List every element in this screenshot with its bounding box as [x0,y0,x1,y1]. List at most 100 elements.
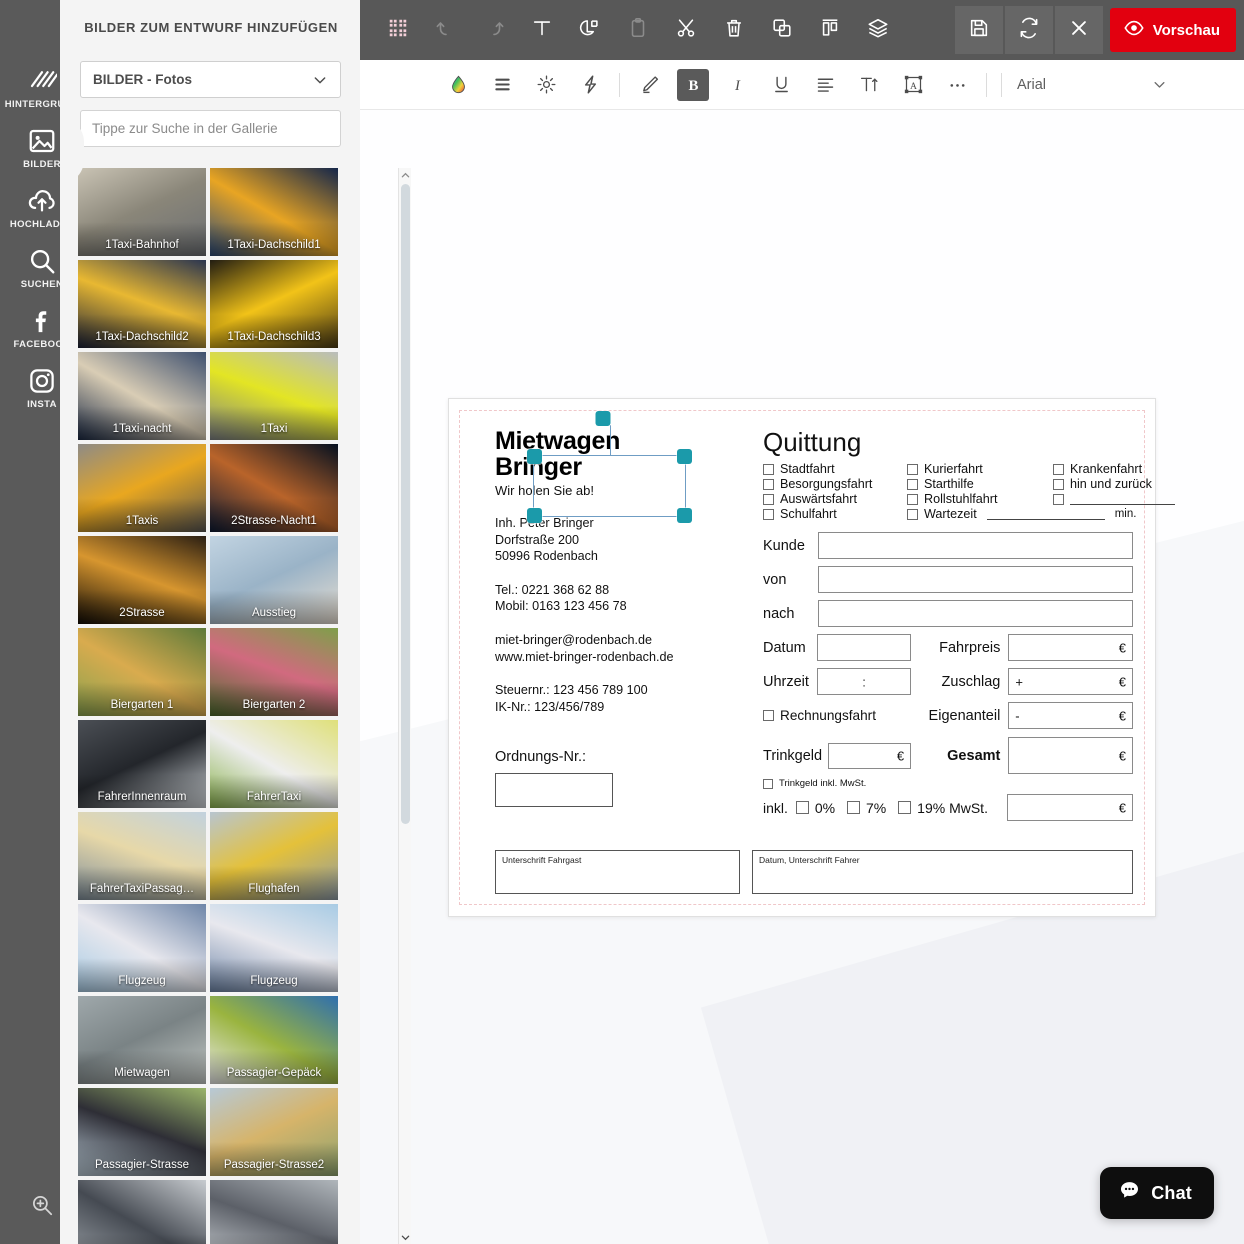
input-uhrzeit[interactable]: : [817,668,912,695]
checkbox-schulfahrt[interactable]: Schulfahrt [763,507,907,521]
gallery-thumbnail[interactable]: Ausstieg [210,536,338,624]
color-button[interactable] [436,67,480,103]
checkbox-krankenfahrt[interactable]: Krankenfahrt [1053,462,1175,476]
checkbox-rechnungsfahrt[interactable]: Rechnungsfahrt [763,708,911,723]
input-von[interactable] [817,566,1133,593]
checkbox-auswaertsfahrt[interactable]: Auswärtsfahrt [763,492,907,506]
effects-button[interactable] [568,67,612,103]
category-dropdown[interactable]: BILDER - Fotos [80,61,341,98]
checkbox-kurierfahrt[interactable]: Kurierfahrt [907,462,1053,476]
text-frame-button[interactable]: A [891,67,935,103]
gallery-thumbnail[interactable]: FahrerInnenraum [78,720,206,808]
input-datum[interactable] [817,634,912,661]
checkbox-box[interactable] [907,508,918,520]
checkbox-box[interactable] [763,463,774,475]
gallery-thumbnail[interactable]: Biergarten 2 [210,628,338,716]
brightness-button[interactable] [524,67,568,103]
checkbox-starthilfe[interactable]: Starthilfe [907,477,1053,491]
text-button[interactable] [518,6,566,54]
input-gesamt[interactable]: € [1008,737,1133,774]
underline-button[interactable] [759,67,803,103]
brand-title[interactable]: Mietwagen Bringer [495,428,723,480]
scrollbar-down-arrow[interactable] [399,1230,412,1244]
gallery-thumbnail[interactable] [78,1180,206,1244]
signature-passenger[interactable]: Unterschrift Fahrgast [495,850,740,894]
cut-button[interactable] [662,6,710,54]
align-text-button[interactable] [803,67,847,103]
checkbox-box[interactable] [907,478,918,490]
align-button[interactable] [806,6,854,54]
preview-button[interactable]: Vorschau [1109,8,1236,52]
gallery-thumbnail[interactable]: 1Taxis [78,444,206,532]
input-zuschlag[interactable]: + € [1008,668,1134,695]
save-button[interactable] [954,6,1003,54]
gallery-thumbnail[interactable]: Flugzeug [78,904,206,992]
gallery-thumbnail[interactable]: 2Strasse-Nacht1 [210,444,338,532]
gallery-thumbnail[interactable]: 1Taxi-nacht [78,352,206,440]
gallery-thumbnail[interactable]: 1Taxi-Dachschild2 [78,260,206,348]
input-eigenanteil[interactable]: - € [1008,702,1133,729]
more-button[interactable] [935,67,979,103]
gallery-thumbnail[interactable]: Flughafen [210,812,338,900]
checkbox-box[interactable] [795,801,809,814]
checkbox-stadtfahrt[interactable]: Stadtfahrt [763,462,907,476]
checkbox-box[interactable] [847,801,861,814]
checkbox-hin-und-zurueck[interactable]: hin und zurück [1053,477,1175,491]
gallery-thumbnail[interactable]: FahrerTaxi [210,720,338,808]
checkbox-box[interactable] [898,801,912,814]
checkbox-rollstuhlfahrt[interactable]: Rollstuhlfahrt [907,492,1053,506]
input-trinkgeld[interactable]: € [827,742,912,769]
gallery-thumbnail[interactable]: Flugzeug [210,904,338,992]
scrollbar-up-arrow[interactable] [399,168,412,182]
font-family-dropdown[interactable]: Arial [1017,67,1167,103]
gallery-thumbnail[interactable] [210,1180,338,1244]
gallery-thumbnail[interactable]: Passagier-Gepäck [210,996,338,1084]
gallery-thumbnail[interactable]: 1Taxi-Dachschild3 [210,260,338,348]
input-fahrpreis[interactable]: € [1008,634,1134,661]
checkbox-trinkgeld-inkl-mwst[interactable]: Trinkgeld inkl. MwSt. [763,778,1133,789]
qrcode-button[interactable] [374,6,422,54]
layers-button[interactable] [854,6,902,54]
input-mwst-amount[interactable]: € [1006,794,1134,821]
highlight-button[interactable] [627,67,671,103]
checkbox-besorgungsfahrt[interactable]: Besorgungsfahrt [763,477,907,491]
checkbox-box[interactable] [763,778,773,789]
gallery-thumbnail[interactable]: Passagier-Strasse2 [210,1088,338,1176]
checkbox-box[interactable] [907,463,918,475]
delete-button[interactable] [710,6,758,54]
italic-button[interactable]: I [715,67,759,103]
checkbox-box[interactable] [1053,463,1064,475]
gallery-thumbnail[interactable]: 2Strasse [78,536,206,624]
checkbox-box[interactable] [763,508,774,520]
signature-driver[interactable]: Datum, Unterschrift Fahrer [752,850,1133,894]
input-nach[interactable] [817,600,1133,627]
sync-button[interactable] [1004,6,1053,54]
shape-button[interactable] [566,6,614,54]
input-kunde[interactable] [817,532,1133,559]
checkbox-box[interactable] [1053,493,1064,505]
checkbox-box[interactable] [763,710,774,721]
gallery-thumbnail[interactable]: 1Taxi [210,352,338,440]
gallery-thumbnail[interactable]: 1Taxi-Bahnhof [78,168,206,256]
checkbox-box[interactable] [907,493,918,505]
checkbox-box[interactable] [1053,478,1064,490]
gallery-scrollbar[interactable] [398,168,411,1244]
gallery-thumbnail[interactable]: FahrerTaxiPassag… [78,812,206,900]
gallery-thumbnail[interactable]: Mietwagen [78,996,206,1084]
chat-widget-button[interactable]: Chat [1100,1167,1214,1219]
design-canvas[interactable]: Mietwagen Bringer Wir holen Sie ab! Inh.… [360,110,1244,1244]
gallery-thumbnail[interactable]: Biergarten 1 [78,628,206,716]
thumbnail-scroll-area[interactable]: 1Taxi-Bahnhof 1Taxi-Dachschild1 1Taxi-Dach… [78,168,342,1244]
checkbox-wartezeit[interactable]: Wartezeit min. [907,507,1175,521]
bold-button[interactable]: B [671,67,715,103]
gallery-thumbnail[interactable]: 1Taxi-Dachschild1 [210,168,338,256]
document-card[interactable]: Mietwagen Bringer Wir holen Sie ab! Inh.… [448,398,1175,917]
font-size-button[interactable] [847,67,891,103]
checkbox-box[interactable] [763,478,774,490]
gallery-search-input[interactable] [80,110,341,147]
gallery-thumbnail[interactable]: Passagier-Strasse [78,1088,206,1176]
checkbox-custom-blank[interactable] [1053,492,1175,506]
ordnungs-input[interactable] [495,773,613,808]
checkbox-mwst-7[interactable]: 7% [847,800,898,816]
checkbox-box[interactable] [763,493,774,505]
